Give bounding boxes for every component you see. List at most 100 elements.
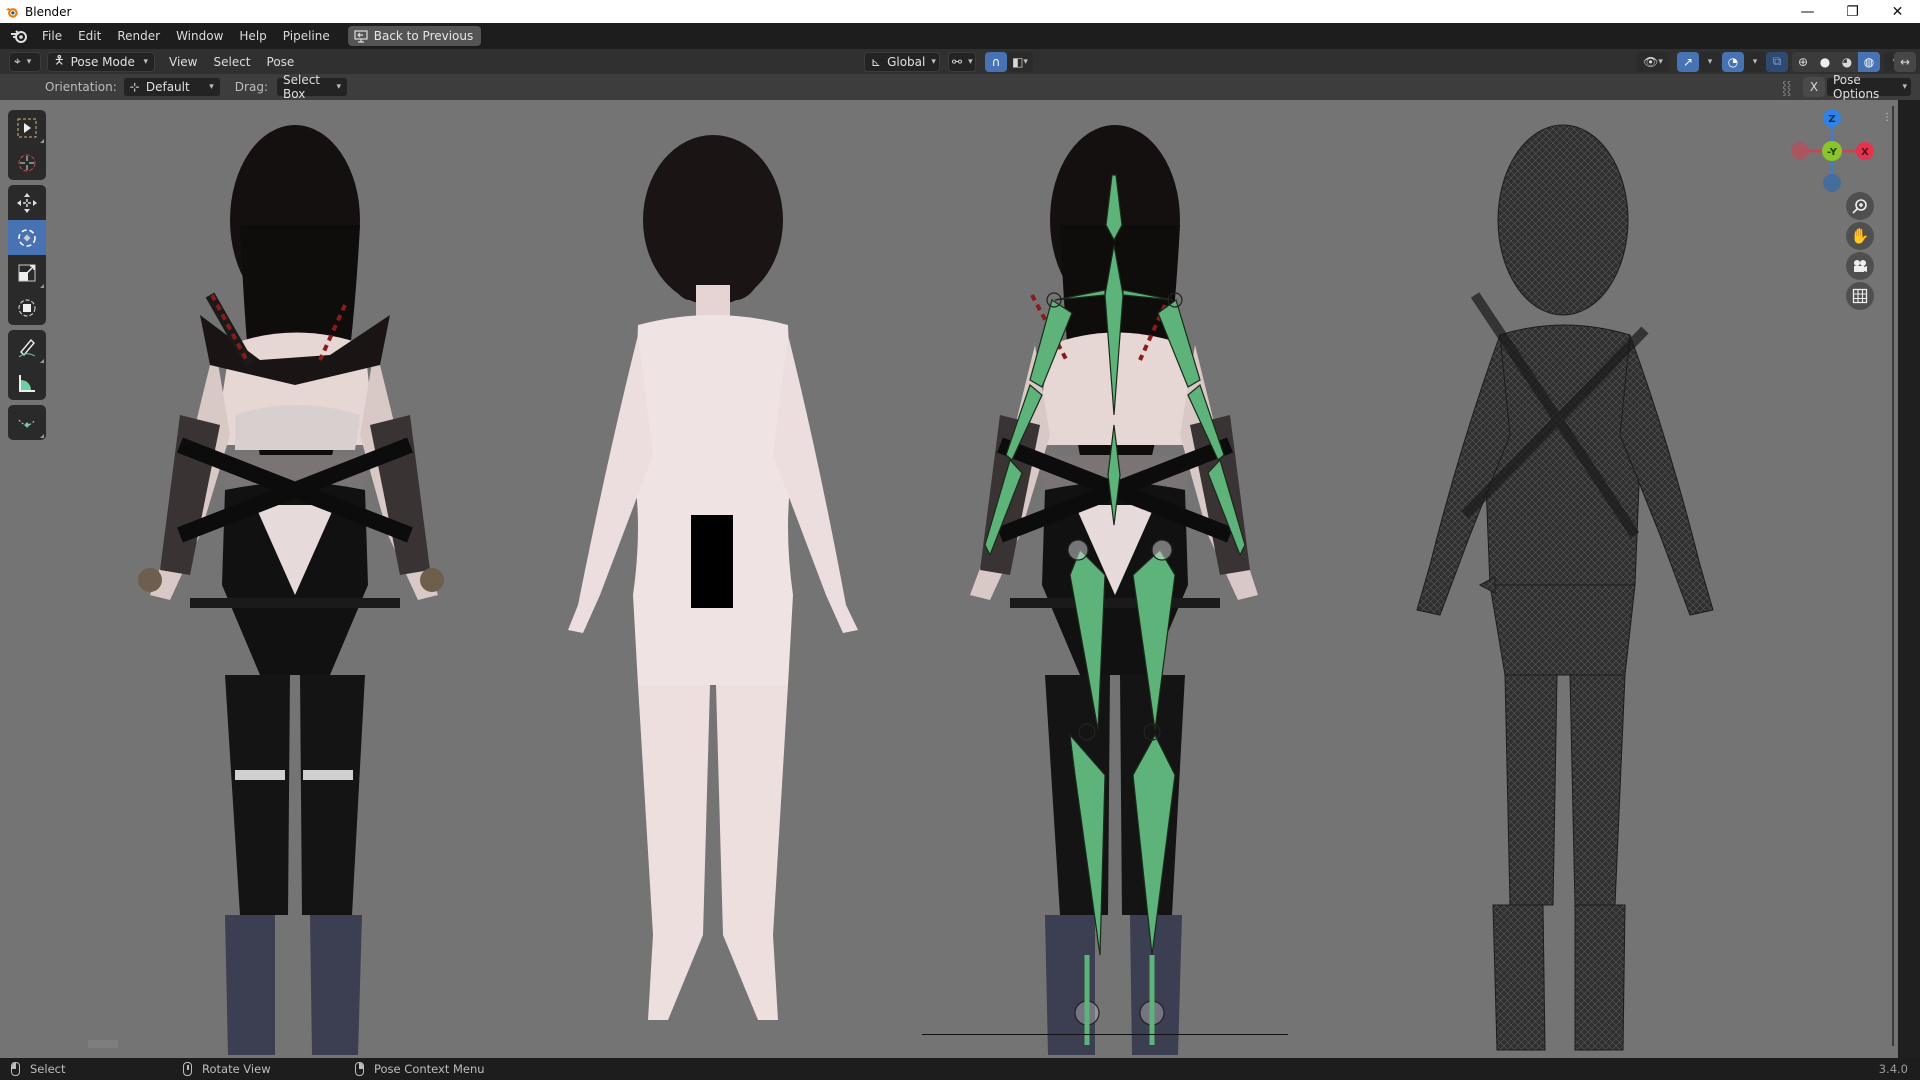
tool-scale[interactable] — [8, 255, 46, 290]
menu-view[interactable]: View — [161, 55, 205, 69]
zoom-magnifier-icon — [1852, 199, 1867, 214]
navigation-gizmo[interactable]: Z X -Y — [1780, 108, 1890, 198]
status-select: Select — [11, 1062, 65, 1076]
mouse-middle-icon — [183, 1062, 192, 1076]
drag-label: Drag: — [234, 80, 268, 94]
tool-cursor[interactable] — [8, 145, 46, 180]
overlays-dropdown[interactable]: ▾ — [1744, 51, 1766, 72]
gizmo-icon: ↗ — [1682, 54, 1694, 69]
wireframe-sphere-icon: ⊕ — [1797, 54, 1809, 69]
3d-viewport[interactable] — [0, 100, 1898, 1058]
close-button[interactable]: ✕ — [1875, 0, 1920, 23]
cube-icon: ◧ — [1012, 54, 1024, 69]
tool-relax[interactable] — [8, 405, 46, 440]
screen-back-icon — [354, 29, 368, 43]
overlays-toggle[interactable]: ◔ — [1722, 51, 1744, 72]
menu-window[interactable]: Window — [168, 23, 231, 49]
drag-value: Select Box — [282, 73, 321, 101]
blender-menu-button[interactable] — [4, 23, 34, 49]
menu-select[interactable]: Select — [205, 55, 258, 69]
neg-x-axis-handle[interactable] — [1791, 142, 1809, 160]
tool-annotate[interactable] — [8, 330, 46, 365]
viewport-scrollbar[interactable] — [1892, 106, 1894, 1046]
sidebar-toggle-button[interactable]: ↔ — [1894, 51, 1916, 72]
status-rotate-view: Rotate View — [183, 1062, 271, 1076]
shading-mode-group: ⊕ ● ◕ ◍ — [1792, 51, 1880, 72]
xray-toggle[interactable]: ⧉ — [1766, 51, 1788, 72]
neg-z-axis-handle[interactable] — [1823, 174, 1841, 192]
gizmo-options-dots[interactable]: ⋮ — [1882, 112, 1892, 123]
snap-target-dropdown[interactable]: ◧ ▾ — [1007, 51, 1033, 72]
magnet-icon: ∩ — [991, 54, 1001, 69]
zoom-view-button[interactable] — [1846, 192, 1874, 220]
orientation-label: Global — [887, 54, 926, 69]
toggle-perspective-button[interactable] — [1846, 282, 1874, 310]
mode-dropdown[interactable]: 🯅 Pose Mode ▾ — [47, 51, 155, 72]
xray-icon: ⧉ — [1772, 54, 1782, 68]
editor-type-dropdown[interactable]: ⌖ ▾ — [9, 51, 41, 72]
status-rotate-view-label: Rotate View — [202, 1062, 271, 1076]
eye-cursor-icon: 👁 — [1643, 54, 1659, 69]
select-box-icon — [17, 118, 37, 137]
neg-y-axis-label: -Y — [1827, 147, 1838, 158]
pose-options-label: Pose Options — [1833, 73, 1880, 101]
orientation-axes-icon: ⊾ — [871, 54, 882, 69]
x-axis-label: X — [1861, 147, 1869, 158]
orientation-label: Orientation: — [45, 80, 117, 94]
menu-file[interactable]: File — [34, 23, 70, 49]
gizmo-dropdown[interactable]: ▾ — [1699, 51, 1721, 72]
tool-rotate[interactable] — [8, 220, 46, 255]
tool-move[interactable] — [8, 185, 46, 220]
x-mirror-toggle[interactable]: X — [1803, 77, 1825, 97]
move-arrows-icon — [17, 192, 37, 213]
blender-logo-icon — [11, 30, 27, 43]
status-select-label: Select — [30, 1062, 66, 1076]
pan-view-button[interactable]: ✋ — [1846, 222, 1874, 250]
pose-mode-icon: 🯅 — [54, 53, 65, 67]
selectability-visibility-dropdown[interactable]: 👁 ▾ — [1637, 51, 1669, 72]
shading-solid-button[interactable]: ● — [1814, 51, 1836, 72]
material-sphere-icon: ◕ — [1841, 54, 1853, 69]
camera-view-button[interactable] — [1846, 252, 1874, 280]
viewport-header: ⌖ ▾ 🯅 Pose Mode ▾ View Select Pose ⊾ Glob… — [0, 49, 1920, 74]
pose-options-dropdown[interactable]: Pose Options ▾ — [1826, 73, 1912, 101]
rotate-icon — [18, 228, 36, 247]
textured-character-figure[interactable] — [120, 115, 470, 1055]
minimize-button[interactable]: — — [1785, 0, 1830, 23]
base-mesh-figure[interactable] — [528, 125, 888, 1045]
tool-measure[interactable] — [8, 365, 46, 400]
tool-select-box[interactable] — [8, 110, 46, 145]
menu-pipeline[interactable]: Pipeline — [275, 23, 338, 49]
shading-wireframe-button[interactable]: ⊕ — [1792, 51, 1814, 72]
menu-edit[interactable]: Edit — [70, 23, 109, 49]
menu-render[interactable]: Render — [109, 23, 168, 49]
drag-dropdown[interactable]: Select Box ▾ — [275, 73, 348, 101]
menu-pose[interactable]: Pose — [259, 55, 303, 69]
snap-toggle[interactable]: ∩ — [985, 51, 1007, 72]
transform-orientation-dropdown[interactable]: ⊾ Global ▾ — [864, 51, 940, 72]
orientation-dropdown[interactable]: ⊹ Default ▾ — [122, 77, 221, 97]
mouse-left-icon — [11, 1062, 20, 1076]
3d-viewport-icon: ⌖ — [14, 54, 21, 68]
transform-icon — [18, 299, 36, 316]
back-to-previous-button[interactable]: Back to Previous — [347, 26, 482, 46]
scale-icon — [18, 264, 36, 281]
shading-material-button[interactable]: ◕ — [1836, 51, 1858, 72]
tool-transform[interactable] — [8, 290, 46, 325]
mirror-bones-icon: ⸾⸾ — [1782, 81, 1792, 96]
pencil-icon — [18, 338, 36, 357]
top-menubar: File Edit Render Window Help Pipeline Ba… — [0, 23, 1920, 69]
double-arrow-icon: ↔ — [1899, 54, 1911, 69]
pivot-point-dropdown[interactable]: ⚯ ▾ — [948, 51, 976, 72]
shading-rendered-button[interactable]: ◍ — [1858, 51, 1880, 72]
mouse-right-icon — [355, 1062, 364, 1076]
maximize-button[interactable]: ❐ — [1830, 0, 1875, 23]
status-context-menu: Pose Context Menu — [355, 1062, 485, 1076]
armature-character-figure[interactable] — [930, 115, 1300, 1055]
z-axis-label: Z — [1828, 114, 1835, 125]
status-context-menu-label: Pose Context Menu — [374, 1062, 485, 1076]
menu-help[interactable]: Help — [231, 23, 274, 49]
gizmo-toggle[interactable]: ↗ — [1677, 51, 1699, 72]
window-title: Blender — [25, 4, 72, 19]
wireframe-character-figure[interactable] — [1385, 115, 1725, 1055]
